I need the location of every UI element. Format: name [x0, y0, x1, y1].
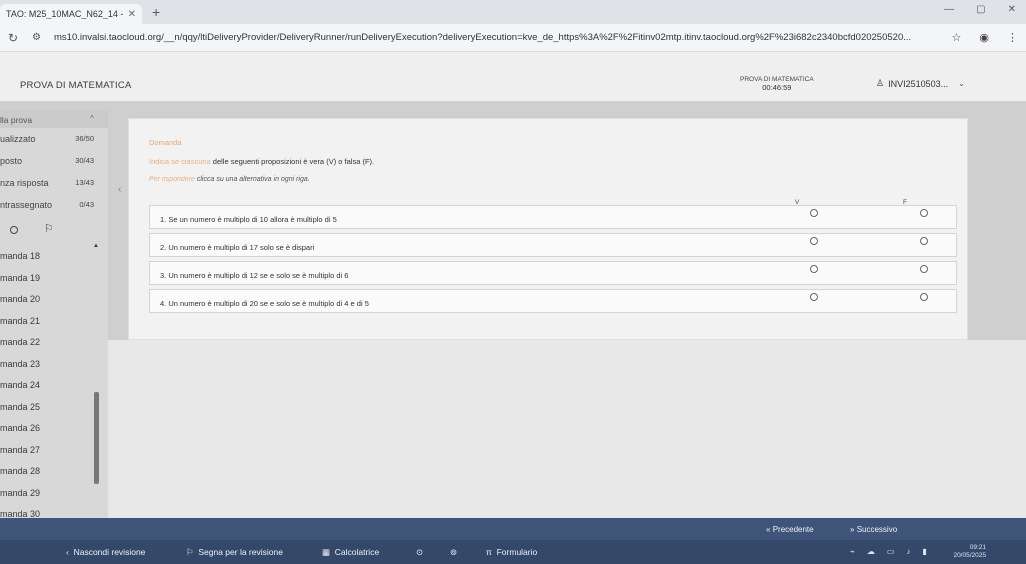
flag-filter-icon[interactable]: ⚐: [44, 222, 54, 235]
stat-flagged[interactable]: ntrassegnato 0/43: [0, 194, 108, 216]
exam-info: PROVA DI MATEMATICA 00:46:59: [740, 76, 814, 92]
question-item[interactable]: manda 22: [0, 332, 108, 354]
address-bar: ↻ ⚙ ms10.invalsi.taocloud.org/__n/qqy/lt…: [0, 24, 1026, 52]
tools-bar: ‹ Nascondi revisione ⚐ Segna per la revi…: [0, 540, 1026, 564]
question-label: Domanda: [149, 138, 182, 147]
radio-f-3[interactable]: [920, 265, 928, 273]
statement-text: 3. Un numero è multiplo di 12 se e solo …: [160, 271, 349, 280]
new-tab-icon[interactable]: +: [152, 4, 160, 20]
collapse-panel-icon[interactable]: ‹: [118, 184, 121, 195]
reload-icon[interactable]: ↻: [8, 31, 32, 45]
question-prompt: Indica se ciascuna delle seguenti propos…: [149, 157, 375, 166]
statement-text: 2. Un numero è multiplo di 17 solo se è …: [160, 243, 315, 252]
bookmark-star-icon[interactable]: ☆: [952, 31, 962, 44]
maximize-icon[interactable]: ▢: [976, 4, 985, 15]
timer-tool-icon[interactable]: ⊙: [416, 547, 423, 558]
radio-f-4[interactable]: [920, 293, 928, 301]
hide-review-button[interactable]: ‹ Nascondi revisione: [66, 547, 145, 557]
stat-viewed[interactable]: ualizzato 36/50: [0, 128, 108, 150]
volume-icon[interactable]: ♪: [906, 547, 910, 556]
question-item[interactable]: manda 24: [0, 375, 108, 397]
next-button[interactable]: » Successivo: [850, 525, 897, 534]
question-item[interactable]: manda 30: [0, 504, 108, 518]
calculator-button[interactable]: ▦ Calcolatrice: [322, 547, 379, 558]
question-hint: Per rispondere clicca su una alternativa…: [149, 176, 310, 183]
target-tool-icon[interactable]: ⊚: [450, 547, 457, 558]
radio-v-2[interactable]: [810, 237, 818, 245]
forward-icon: »: [850, 525, 855, 534]
filter-icons: ⚐: [0, 216, 108, 246]
previous-button[interactable]: « Precedente: [766, 525, 814, 534]
statement-text: 1. Se un numero è multiplo di 10 allora …: [160, 215, 337, 224]
url-field[interactable]: ms10.invalsi.taocloud.org/__n/qqy/ltiDel…: [50, 32, 942, 43]
radio-v-3[interactable]: [810, 265, 818, 273]
tab-title: TAO: M25_10MAC_N62_14 - T: [6, 9, 124, 19]
content-background: [108, 340, 1026, 518]
stat-answered[interactable]: posto 30/43: [0, 150, 108, 172]
question-item[interactable]: manda 21: [0, 311, 108, 333]
menu-dots-icon[interactable]: ⋮: [1007, 31, 1018, 44]
radio-f-1[interactable]: [920, 209, 928, 217]
stat-unanswered[interactable]: nza risposta 13/43: [0, 172, 108, 194]
display-icon[interactable]: ▭: [887, 547, 895, 556]
question-item[interactable]: manda 23: [0, 354, 108, 376]
clock: 09:21 20/05/2025: [953, 544, 986, 559]
question-item[interactable]: manda 29: [0, 483, 108, 505]
review-panel: lla prova ^ ualizzato 36/50 posto 30/43 …: [0, 110, 108, 518]
window-controls: — ▢ ✕: [944, 4, 1016, 15]
mark-review-button[interactable]: ⚐ Segna per la revisione: [186, 547, 283, 558]
question-item[interactable]: manda 27: [0, 440, 108, 462]
browser-tab[interactable]: TAO: M25_10MAC_N62_14 - T ✕: [0, 4, 142, 24]
close-window-icon[interactable]: ✕: [1008, 4, 1016, 15]
question-item[interactable]: manda 25: [0, 397, 108, 419]
scroll-up-icon[interactable]: ▲: [93, 243, 99, 249]
sidebar-scrollbar[interactable]: [94, 392, 99, 484]
user-icon: ♙: [876, 78, 885, 88]
formulary-button[interactable]: π Formulario: [486, 547, 537, 557]
statement-row-1: 1. Se un numero è multiplo di 10 allora …: [149, 205, 957, 229]
navigation-bar: « Precedente » Successivo: [0, 518, 1026, 540]
review-panel-header[interactable]: lla prova ^: [0, 110, 108, 128]
radio-v-4[interactable]: [810, 293, 818, 301]
pi-icon: π: [486, 547, 492, 557]
timer: 00:46:59: [762, 83, 792, 92]
question-item[interactable]: manda 26: [0, 418, 108, 440]
test-title: PROVA DI MATEMATICA: [20, 80, 132, 91]
statement-row-4: 4. Un numero è multiplo di 20 se e solo …: [149, 289, 957, 313]
question-list: manda 18 manda 19 manda 20 manda 21 manda 22…: [0, 246, 108, 518]
battery-icon[interactable]: ▮: [922, 547, 926, 556]
cloud-icon[interactable]: ☁: [867, 547, 875, 556]
question-panel: Domanda Indica se ciascuna delle seguent…: [128, 118, 968, 340]
radio-v-1[interactable]: [810, 209, 818, 217]
user-id: INVI2510503...: [888, 78, 949, 89]
radio-f-2[interactable]: [920, 237, 928, 245]
user-menu[interactable]: ♙ INVI2510503... ⌄: [876, 78, 965, 89]
minimize-icon[interactable]: —: [944, 4, 954, 15]
chevron-up-icon: ^: [90, 114, 94, 123]
system-tray: ⌁ ☁ ▭ ♪ ▮: [850, 547, 927, 556]
calculator-icon: ▦: [322, 547, 331, 557]
statement-row-2: 2. Un numero è multiplo di 17 solo se è …: [149, 233, 957, 257]
question-item[interactable]: manda 20: [0, 289, 108, 311]
chevron-down-icon: ⌄: [958, 79, 965, 88]
question-item[interactable]: manda 19: [0, 268, 108, 290]
app-header: PROVA DI MATEMATICA PROVA DI MATEMATICA …: [0, 52, 1026, 102]
site-info-icon[interactable]: ⚙: [32, 32, 50, 43]
profile-icon[interactable]: ◉: [979, 31, 989, 44]
network-icon[interactable]: ⌁: [850, 547, 855, 556]
rewind-icon: «: [766, 525, 771, 534]
question-item[interactable]: manda 28: [0, 461, 108, 483]
exam-name: PROVA DI MATEMATICA: [740, 76, 814, 83]
chevron-left-icon: ‹: [66, 547, 69, 557]
browser-tab-bar: TAO: M25_10MAC_N62_14 - T ✕ + — ▢ ✕: [0, 0, 1026, 24]
statement-text: 4. Un numero è multiplo di 20 se e solo …: [160, 299, 369, 308]
close-tab-icon[interactable]: ✕: [128, 9, 136, 20]
flag-icon: ⚐: [186, 547, 194, 557]
statement-row-3: 3. Un numero è multiplo di 12 se e solo …: [149, 261, 957, 285]
unanswered-filter-icon[interactable]: [10, 226, 18, 234]
question-item[interactable]: manda 18: [0, 246, 108, 268]
